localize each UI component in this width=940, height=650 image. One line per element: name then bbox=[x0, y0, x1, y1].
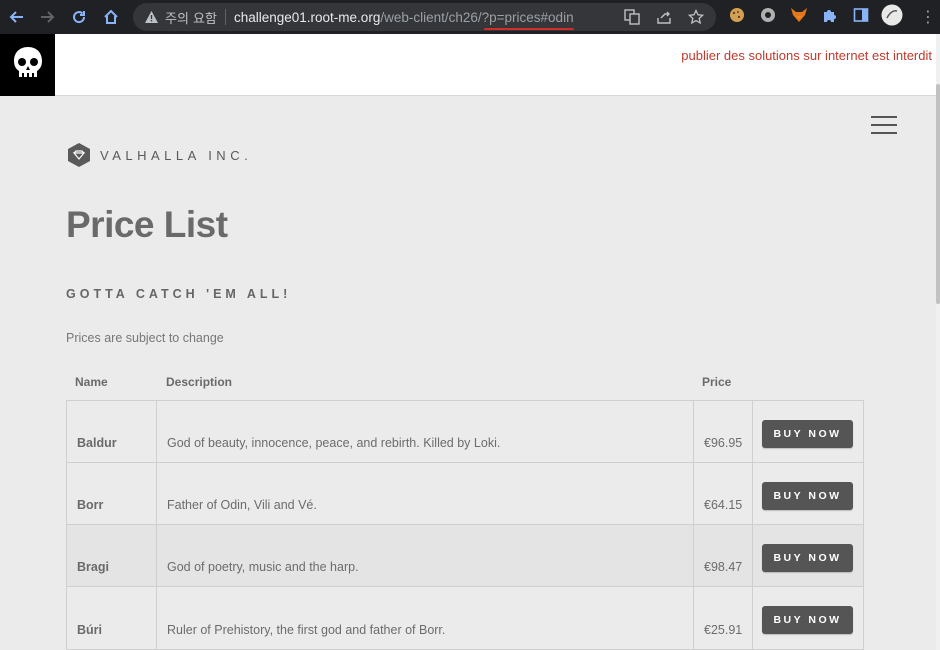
buy-now-button[interactable]: BUY NOW bbox=[762, 606, 853, 634]
product-price: €98.47 bbox=[704, 560, 743, 574]
forward-icon[interactable] bbox=[32, 2, 62, 32]
price-cell: €25.91 bbox=[694, 587, 753, 649]
profile-icon[interactable] bbox=[881, 4, 903, 26]
product-price: €96.95 bbox=[704, 436, 743, 450]
price-note: Prices are subject to change bbox=[66, 331, 224, 345]
page-subtitle: GOTTA CATCH 'EM ALL! bbox=[66, 287, 292, 301]
url-path: /web-client/ch26/?p=prices#odin bbox=[380, 9, 574, 30]
star-icon[interactable] bbox=[686, 7, 706, 27]
table-row: Búri Ruler of Prehistory, the first god … bbox=[67, 587, 863, 649]
warning-icon[interactable] bbox=[143, 9, 159, 25]
name-cell: Búri bbox=[67, 587, 157, 649]
url-host: challenge01.root-me.org bbox=[233, 9, 381, 25]
buy-now-button[interactable]: BUY NOW bbox=[762, 420, 853, 448]
table-row: Bragi God of poetry, music and the harp.… bbox=[67, 525, 863, 587]
omnibox-divider bbox=[224, 9, 226, 25]
hamburger-menu-icon[interactable] bbox=[871, 116, 897, 134]
banner-notice: publier des solutions sur internet est i… bbox=[681, 48, 932, 63]
product-price: €25.91 bbox=[704, 623, 743, 637]
description-cell: God of beauty, innocence, peace, and reb… bbox=[157, 401, 694, 462]
extension-gear-icon[interactable] bbox=[757, 4, 779, 26]
table-row: Baldur God of beauty, innocence, peace, … bbox=[67, 401, 863, 463]
description-cell: Ruler of Prehistory, the first god and f… bbox=[157, 587, 694, 649]
brand[interactable]: VALHALLA INC. bbox=[66, 142, 252, 168]
translate-icon[interactable] bbox=[622, 7, 642, 27]
column-header-description: Description bbox=[166, 375, 233, 389]
product-description: Ruler of Prehistory, the first god and f… bbox=[167, 623, 446, 637]
price-cell: €98.47 bbox=[694, 525, 753, 586]
browser-toolbar: 주의 요함 challenge01.root-me.org /web-clien… bbox=[0, 0, 940, 34]
address-bar[interactable]: 주의 요함 challenge01.root-me.org /web-clien… bbox=[133, 3, 716, 31]
table-row: Borr Father of Odin, Vili and Vé. €64.15… bbox=[67, 463, 863, 525]
puzzle-icon[interactable] bbox=[819, 4, 841, 26]
back-icon[interactable] bbox=[2, 2, 32, 32]
product-description: God of beauty, innocence, peace, and reb… bbox=[167, 436, 501, 450]
security-label[interactable]: 주의 요함 bbox=[165, 8, 217, 27]
description-cell: Father of Odin, Vili and Vé. bbox=[157, 463, 694, 524]
product-name: Baldur bbox=[77, 436, 117, 450]
page-scrollbar[interactable] bbox=[936, 34, 940, 650]
price-table: Baldur God of beauty, innocence, peace, … bbox=[66, 400, 864, 650]
product-name: Borr bbox=[77, 498, 104, 512]
product-name: Bragi bbox=[77, 560, 109, 574]
fox-icon[interactable] bbox=[788, 4, 810, 26]
challenge-banner: publier des solutions sur internet est i… bbox=[0, 34, 936, 96]
price-cell: €64.15 bbox=[694, 463, 753, 524]
diamond-logo-icon bbox=[68, 143, 90, 167]
name-cell: Baldur bbox=[67, 401, 157, 462]
brand-name: VALHALLA INC. bbox=[100, 147, 253, 163]
reload-icon[interactable] bbox=[64, 2, 94, 32]
column-header-name: Name bbox=[75, 375, 108, 389]
price-cell: €96.95 bbox=[694, 401, 753, 462]
home-icon[interactable] bbox=[96, 2, 126, 32]
url-annotation-underline bbox=[484, 27, 574, 30]
product-description: God of poetry, music and the harp. bbox=[167, 560, 359, 574]
product-price: €64.15 bbox=[704, 498, 743, 512]
buy-now-button[interactable]: BUY NOW bbox=[762, 482, 853, 510]
page-title: Price List bbox=[66, 204, 228, 245]
cookie-icon[interactable] bbox=[726, 4, 748, 26]
menu-dots-icon[interactable]: ⋮ bbox=[920, 7, 936, 26]
column-header-price: Price bbox=[702, 375, 732, 389]
description-cell: God of poetry, music and the harp. bbox=[157, 525, 694, 586]
scrollbar-thumb[interactable] bbox=[936, 84, 940, 304]
sidebar-icon[interactable] bbox=[850, 4, 872, 26]
product-name: Búri bbox=[77, 623, 102, 637]
name-cell: Bragi bbox=[67, 525, 157, 586]
url-path-text: /web-client/ch26/?p=prices#odin bbox=[380, 9, 574, 25]
name-cell: Borr bbox=[67, 463, 157, 524]
buy-now-button[interactable]: BUY NOW bbox=[762, 544, 853, 572]
product-description: Father of Odin, Vili and Vé. bbox=[167, 498, 317, 512]
share-icon[interactable] bbox=[654, 7, 674, 27]
skull-logo-icon[interactable] bbox=[0, 34, 55, 96]
